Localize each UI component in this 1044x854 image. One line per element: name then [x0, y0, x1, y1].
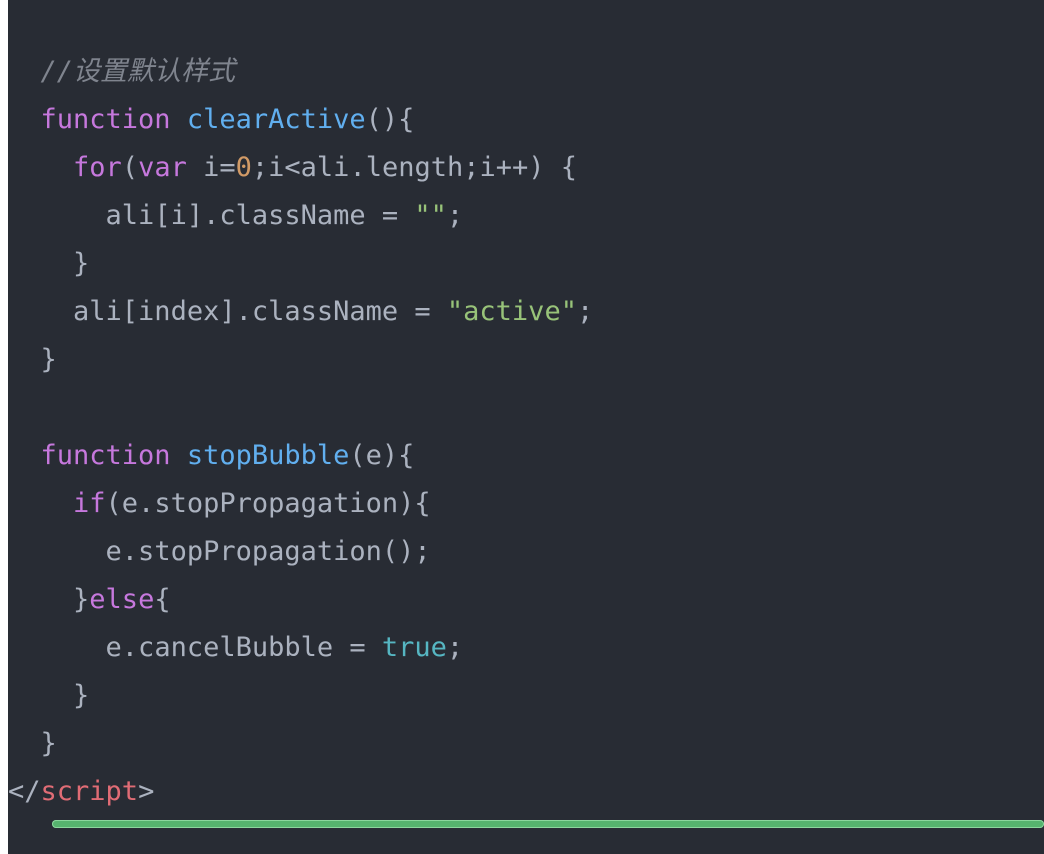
code-token-plain: i= [186, 152, 236, 183]
code-line: } [8, 336, 593, 384]
code-token-str: "active" [446, 296, 577, 327]
code-token-plain: (e){ [349, 440, 415, 471]
code-line: function stopBubble(e){ [8, 432, 593, 480]
code-token-plain: e.cancelBubble = [105, 632, 382, 663]
code-token-bool: true [381, 632, 447, 663]
code-line: e.cancelBubble = true; [8, 624, 593, 672]
code-token-plain: } [73, 584, 90, 615]
progress-bar [52, 820, 1044, 828]
code-line: } [8, 720, 593, 768]
code-token-plain: ; [576, 296, 594, 327]
code-line: function clearActive(){ [8, 96, 593, 144]
code-line: ali[index].className = "active"; [8, 288, 593, 336]
code-token-plain: (e.stopPropagation){ [105, 488, 431, 519]
code-line: }else{ [8, 576, 593, 624]
code-token-plain: ali[index].className = [73, 296, 447, 327]
code-line: for(var i=0;i<ali.length;i++) { [8, 144, 593, 192]
code-token-keyword: for [73, 152, 122, 183]
code-token-keyword: function [40, 104, 171, 135]
code-line: </script> [8, 768, 593, 816]
code-token-plain: } [40, 728, 57, 759]
code-editor[interactable]: //设置默认样式 function clearActive(){ for(var… [8, 0, 1044, 854]
code-token-plain: (){ [365, 104, 415, 135]
code-token-fn: stopBubble [186, 440, 350, 471]
code-token-plain: } [73, 248, 90, 279]
code-line: ali[i].className = ""; [8, 192, 593, 240]
code-token-plain: ali[i].className = [105, 200, 415, 231]
code-line: } [8, 672, 593, 720]
code-token-comment: //设置默认样式 [40, 56, 236, 87]
code-token-plain: } [40, 344, 57, 375]
code-line: //设置默认样式 [8, 48, 593, 96]
code-token-tag: script [40, 776, 139, 807]
code-block[interactable]: //设置默认样式 function clearActive(){ for(var… [8, 48, 593, 816]
code-token-plain: } [73, 680, 90, 711]
code-token-keyword: var [138, 152, 187, 183]
code-token-plain: ( [121, 152, 139, 183]
code-line: } [8, 240, 593, 288]
code-token-keyword: function [40, 440, 171, 471]
code-token-fn: clearActive [186, 104, 366, 135]
code-line: e.stopPropagation(); [8, 528, 593, 576]
code-line: if(e.stopPropagation){ [8, 480, 593, 528]
code-token-plain: e.stopPropagation(); [105, 536, 431, 567]
code-token-keyword: else [89, 584, 155, 615]
code-token-plain: ; [446, 200, 464, 231]
code-token-plain: { [154, 584, 171, 615]
code-token-plain: ;i<ali.length;i++) { [251, 152, 578, 183]
code-token-plain: </ [8, 776, 41, 807]
code-token-plain: ; [446, 632, 464, 663]
code-token-str: "" [414, 200, 447, 231]
code-token-plain: > [138, 776, 155, 807]
code-token-keyword: if [73, 488, 106, 519]
code-token-num: 0 [235, 152, 252, 183]
